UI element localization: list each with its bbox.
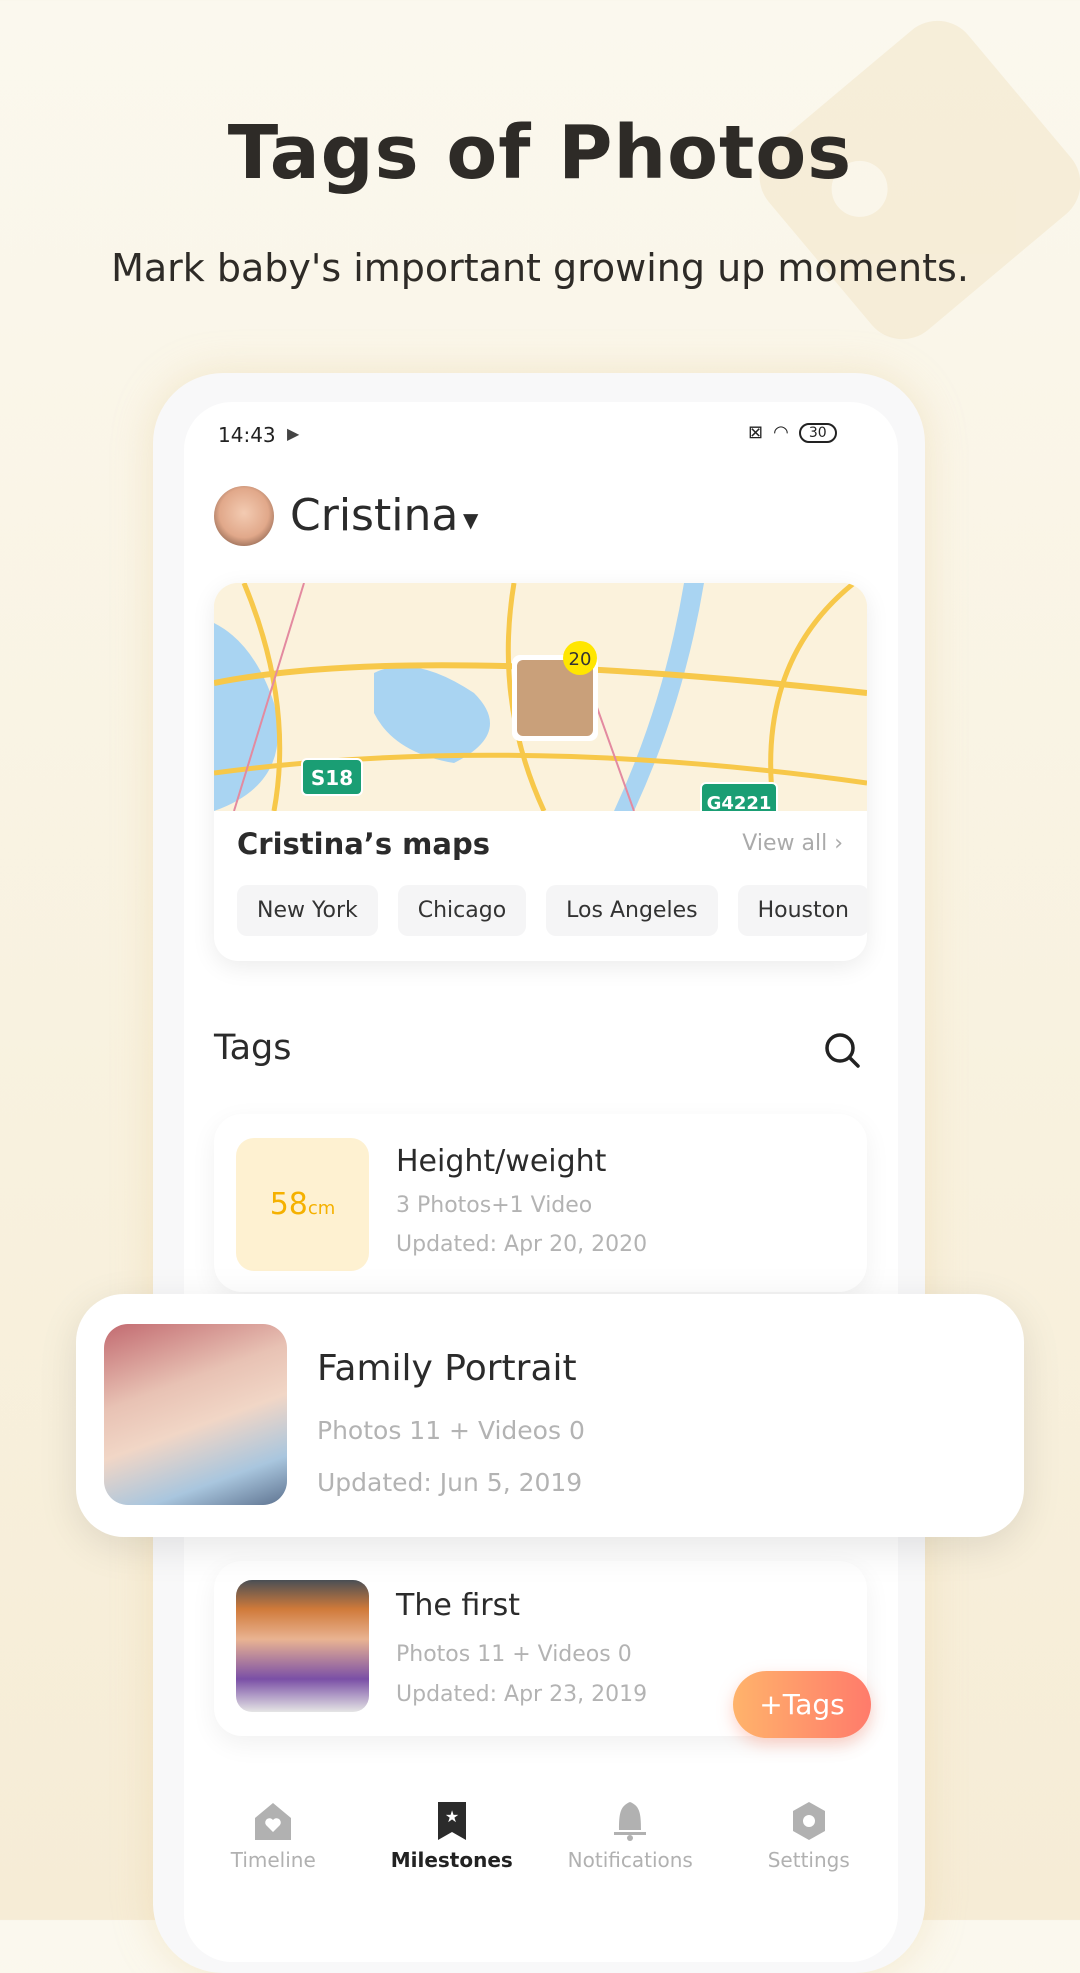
view-all-link[interactable]: View all › [742, 831, 843, 856]
status-time: 14:43 [218, 423, 276, 447]
bottom-nav: Timeline ★ Milestones Notifications Sett… [184, 1800, 898, 1872]
hexagon-gear-icon [792, 1802, 825, 1840]
city-chip[interactable]: Chicago [397, 885, 527, 936]
page-subtitle: Mark baby's important growing up moments… [111, 246, 969, 290]
tag-title: Family Portrait [317, 1348, 577, 1389]
nav-label: Settings [767, 1848, 850, 1872]
nav-notifications[interactable]: Notifications [541, 1800, 720, 1872]
tag-photo [236, 1580, 369, 1712]
battery-icon: 30 [798, 422, 837, 443]
tag-title: The first [396, 1588, 520, 1623]
city-chip[interactable]: New York [237, 885, 378, 936]
avatar[interactable] [214, 486, 274, 546]
nav-label: Timeline [230, 1848, 316, 1872]
wifi-icon: ◠ [773, 422, 789, 443]
tag-updated: Updated: Jun 5, 2019 [317, 1468, 583, 1497]
svg-text:★: ★ [445, 1807, 459, 1826]
add-tag-button[interactable]: +Tags [733, 1671, 871, 1738]
city-chip[interactable]: Los Angeles [546, 885, 718, 936]
bell-icon [614, 1802, 647, 1841]
status-icons: ⊠ ◠ 30 [748, 422, 837, 443]
cluster-count: 20 [569, 649, 592, 670]
page-title: Tags of Photos [227, 110, 853, 196]
nav-milestones[interactable]: ★ Milestones [363, 1800, 542, 1872]
maps-title: Cristina’s maps [237, 827, 490, 861]
bookmark-star-icon: ★ [437, 1802, 466, 1840]
tag-title: Height/weight [396, 1144, 607, 1179]
nav-label: Milestones [390, 1848, 513, 1872]
tag-updated: Updated: Apr 23, 2019 [396, 1682, 648, 1707]
road-sign: S18 [311, 766, 353, 790]
home-heart-icon [255, 1803, 292, 1840]
chevron-right-icon: › [834, 831, 843, 856]
sim-icon: ⊠ [748, 422, 764, 443]
view-all-label: View all [742, 831, 828, 856]
tag-photo [104, 1324, 287, 1505]
height-unit: cm [307, 1198, 336, 1219]
tag-counts: 3 Photos+1 Video [396, 1193, 593, 1218]
map-card: 20 S18 G4221 Cristina’s maps View all › … [214, 583, 867, 961]
height-value: 58 [269, 1187, 308, 1222]
nav-label: Notifications [567, 1848, 693, 1872]
tags-heading: Tags [214, 1028, 292, 1068]
play-store-icon: ▶ [287, 424, 300, 443]
height-thumbnail: 58 cm [236, 1138, 369, 1271]
tag-updated: Updated: Apr 20, 2020 [396, 1232, 648, 1257]
nav-settings[interactable]: Settings [720, 1800, 899, 1872]
road-sign: G4221 [707, 793, 772, 811]
tag-counts: Photos 11 + Videos 0 [317, 1416, 585, 1445]
tag-counts: Photos 11 + Videos 0 [396, 1642, 632, 1667]
nav-timeline[interactable]: Timeline [184, 1800, 363, 1872]
map-view[interactable]: 20 S18 G4221 [214, 583, 867, 811]
caret-down-icon[interactable]: ▼ [463, 508, 478, 532]
search-icon[interactable] [822, 1030, 862, 1070]
user-name-selector[interactable]: Cristina [290, 490, 458, 541]
city-chip[interactable]: Houston [737, 885, 867, 936]
